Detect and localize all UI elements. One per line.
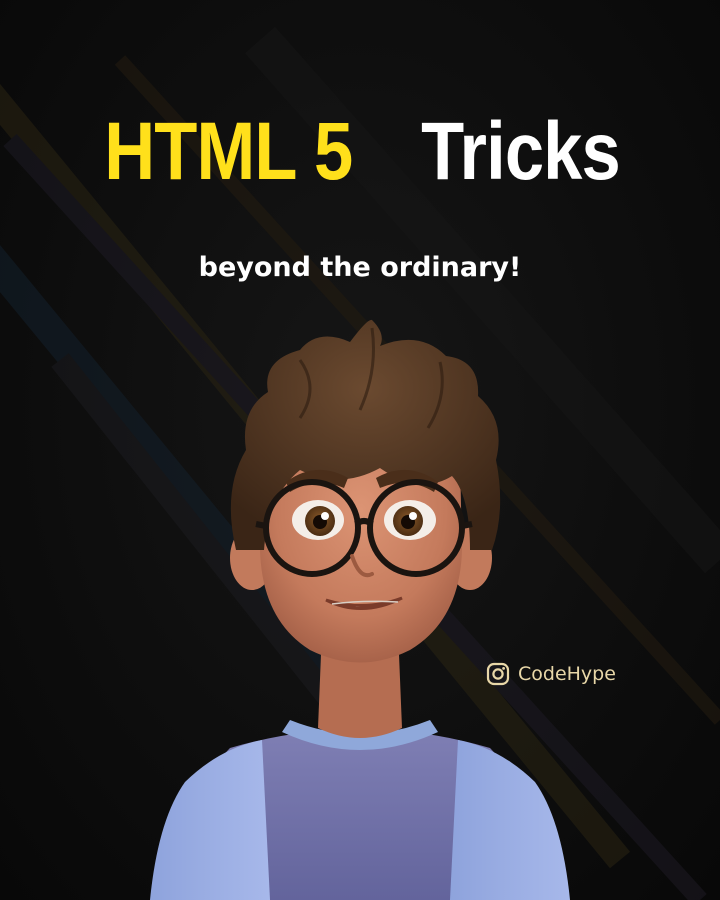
avatar-illustration: [150, 319, 570, 900]
brand-handle[interactable]: CodeHype: [486, 659, 616, 689]
poster: HTML 5 Tricks beyond the ordinary! CodeH…: [0, 0, 720, 900]
brand-name: CodeHype: [518, 663, 616, 685]
subtitle: beyond the ordinary!: [198, 252, 522, 283]
shirt: [150, 720, 570, 900]
instagram-icon: [486, 662, 510, 686]
headline-html5: HTML 5: [104, 106, 353, 197]
headline: HTML 5 Tricks: [0, 104, 720, 200]
headline-tricks: Tricks: [420, 106, 621, 197]
